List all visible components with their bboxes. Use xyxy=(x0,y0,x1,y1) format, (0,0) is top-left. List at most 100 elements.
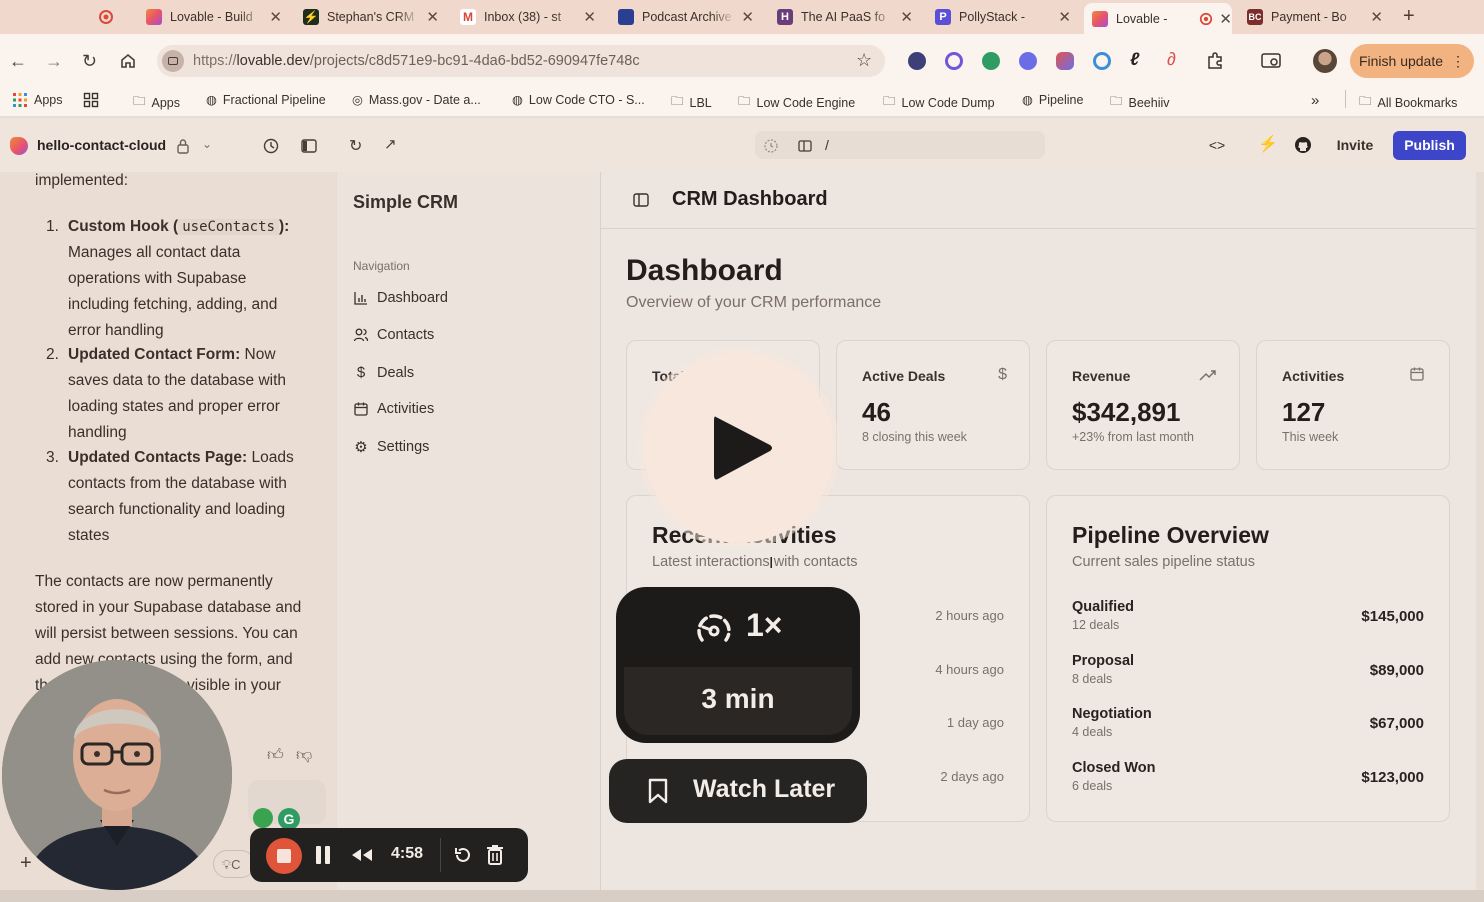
history-icon[interactable] xyxy=(262,137,280,155)
close-icon[interactable]: ✕ xyxy=(741,8,754,26)
open-external-icon[interactable]: ↗ xyxy=(384,135,397,153)
grammarly-icon[interactable]: G xyxy=(278,808,300,830)
reload-icon[interactable]: ↻ xyxy=(82,51,97,72)
list-item-title-end: ): xyxy=(278,218,290,235)
dollar-icon: $ xyxy=(998,366,1007,383)
restart-icon[interactable] xyxy=(453,845,473,865)
grammarly-icon[interactable] xyxy=(982,52,1000,70)
browser-tab[interactable]: P PollyStack - ✕ xyxy=(935,4,1071,30)
finish-update-button[interactable]: Finish update ⋮ xyxy=(1350,44,1474,78)
sidebar-toggle-icon[interactable] xyxy=(632,191,650,209)
extension-icon[interactable] xyxy=(1093,52,1111,70)
forward-icon[interactable]: → xyxy=(45,51,63,72)
thumbs-up-icon[interactable]: 👍︎ xyxy=(267,746,284,765)
puzzle-icon[interactable] xyxy=(1205,51,1225,71)
pipeline-amount: $67,000 xyxy=(1369,715,1424,732)
chat-mode-button[interactable]: 💡︎C xyxy=(213,850,255,878)
bookmark-item[interactable]: ◍ Fractional Pipeline xyxy=(206,92,326,108)
pause-button[interactable] xyxy=(316,846,330,864)
trash-icon[interactable] xyxy=(486,844,504,866)
extension-icon[interactable] xyxy=(1056,52,1074,70)
browser-tab[interactable]: BC Payment - Bo ✕ xyxy=(1247,4,1383,30)
sidebar-item-label: Contacts xyxy=(377,327,435,343)
sidebar-toggle-icon[interactable] xyxy=(300,137,318,155)
chevron-down-icon[interactable]: ⌄ xyxy=(202,137,212,151)
sidebar-item-activities[interactable]: Activities xyxy=(353,401,434,417)
site-info-icon[interactable] xyxy=(162,50,184,72)
publish-button[interactable]: Publish xyxy=(1393,131,1466,160)
list-item-body: Manages all contact data operations with… xyxy=(68,244,278,339)
attach-plus-button[interactable]: + xyxy=(20,852,32,875)
profile-avatar[interactable] xyxy=(1313,49,1337,73)
bookmark-star-icon[interactable]: ☆ xyxy=(856,50,872,71)
inline-code: useContacts xyxy=(178,219,279,235)
close-icon[interactable]: ✕ xyxy=(269,8,282,26)
extension-icon[interactable] xyxy=(1019,52,1037,70)
extension-icon[interactable]: ℓ xyxy=(1130,49,1139,70)
rewind-icon[interactable] xyxy=(350,847,374,863)
pipeline-amount: $89,000 xyxy=(1369,662,1424,679)
bookmark-apps-grid[interactable]: Apps xyxy=(12,92,63,108)
watch-later-button[interactable]: Watch Later xyxy=(609,759,867,823)
browser-tab-recording[interactable] xyxy=(98,4,126,30)
github-icon[interactable] xyxy=(1294,136,1312,154)
browser-tab[interactable]: Lovable - Build ✕ xyxy=(146,4,282,30)
sidebar-item-label: Deals xyxy=(377,364,415,381)
extension-icon[interactable] xyxy=(908,52,926,70)
close-icon[interactable]: ✕ xyxy=(1370,8,1383,26)
webcam-bubble[interactable] xyxy=(2,660,232,890)
clock-icon[interactable] xyxy=(763,138,779,154)
refresh-preview-icon[interactable]: ↻ xyxy=(349,136,362,156)
code-view-icon[interactable]: <> xyxy=(1204,134,1230,156)
sidebar-item-settings[interactable]: ⚙ Settings xyxy=(353,438,429,456)
url-text[interactable]: https://lovable.dev/projects/c8d571e9-bc… xyxy=(193,53,640,69)
all-bookmarks-folder[interactable]: 🗀 All Bookmarks xyxy=(1359,92,1457,113)
thumbs-down-icon[interactable]: 👎︎ xyxy=(296,746,312,765)
bookmark-folder[interactable]: 🗀 Low Code Dump xyxy=(883,92,995,113)
back-icon[interactable]: ← xyxy=(9,51,27,72)
sidebar-item-deals[interactable]: $ Deals xyxy=(353,364,414,381)
bookmark-item[interactable]: ◍ Pipeline xyxy=(1022,92,1084,108)
list-number: 3. xyxy=(46,449,59,466)
bookmark-folder[interactable]: 🗀 Apps xyxy=(133,92,180,113)
sidebar-item-dashboard[interactable]: Dashboard xyxy=(353,290,448,306)
chat-mode-label: C xyxy=(231,857,241,872)
browser-tab[interactable]: ⚡ Stephan's CRM ✕ xyxy=(303,4,439,30)
close-icon[interactable]: ✕ xyxy=(583,8,596,26)
bookmark-item[interactable]: ◎ Mass.gov - Date a... xyxy=(352,92,481,108)
close-icon[interactable]: ✕ xyxy=(426,8,439,26)
browser-tab[interactable]: M Inbox (38) - st ✕ xyxy=(460,4,596,30)
home-icon[interactable] xyxy=(119,52,137,70)
bookmark-folder[interactable]: 🗀 Beehiiv xyxy=(1110,92,1170,113)
project-name[interactable]: hello-contact-cloud xyxy=(37,137,166,153)
supabase-bolt-icon[interactable]: ⚡ xyxy=(1258,134,1278,154)
playback-speed-panel[interactable]: 1× 3 min xyxy=(616,587,860,743)
new-tab-button[interactable]: + xyxy=(1403,5,1415,28)
bookmarks-overflow-chevron-icon[interactable]: » xyxy=(1311,92,1319,109)
grammarly-badge-icon[interactable] xyxy=(253,808,273,828)
list-item-title-end: : xyxy=(241,449,248,466)
browser-tab[interactable]: Podcast Archive ✕ xyxy=(618,4,754,30)
globe-icon: ◍ xyxy=(1022,93,1033,107)
device-preview-icon[interactable] xyxy=(797,138,813,154)
lightbulb-icon: 💡︎ xyxy=(222,857,232,872)
bookmark-item[interactable]: ◍ Low Code CTO - S... xyxy=(512,92,645,108)
close-icon[interactable]: ✕ xyxy=(1219,10,1232,28)
extension-icon[interactable] xyxy=(945,52,963,70)
extension-icon[interactable]: ∂ xyxy=(1167,49,1176,70)
close-icon[interactable]: ✕ xyxy=(900,8,913,26)
tab-groups-icon[interactable] xyxy=(83,92,99,108)
stop-recording-button[interactable] xyxy=(266,838,302,874)
bookmark-folder[interactable]: 🗀 Low Code Engine xyxy=(738,92,855,113)
close-icon[interactable]: ✕ xyxy=(1058,8,1071,26)
play-button[interactable] xyxy=(644,353,834,543)
sidebar-item-contacts[interactable]: Contacts xyxy=(353,327,434,343)
browser-tab-active[interactable]: Lovable - ✕ xyxy=(1084,3,1232,34)
browser-tab[interactable]: H The AI PaaS fo ✕ xyxy=(777,4,913,30)
invite-button[interactable]: Invite xyxy=(1325,130,1385,160)
preview-path[interactable]: / xyxy=(825,137,829,153)
sidepanel-icon[interactable] xyxy=(1260,51,1282,71)
bookmark-label: Pipeline xyxy=(1038,92,1084,107)
pipeline-deals: 12 deals xyxy=(1072,618,1120,632)
bookmark-folder[interactable]: 🗀 LBL xyxy=(671,92,712,113)
